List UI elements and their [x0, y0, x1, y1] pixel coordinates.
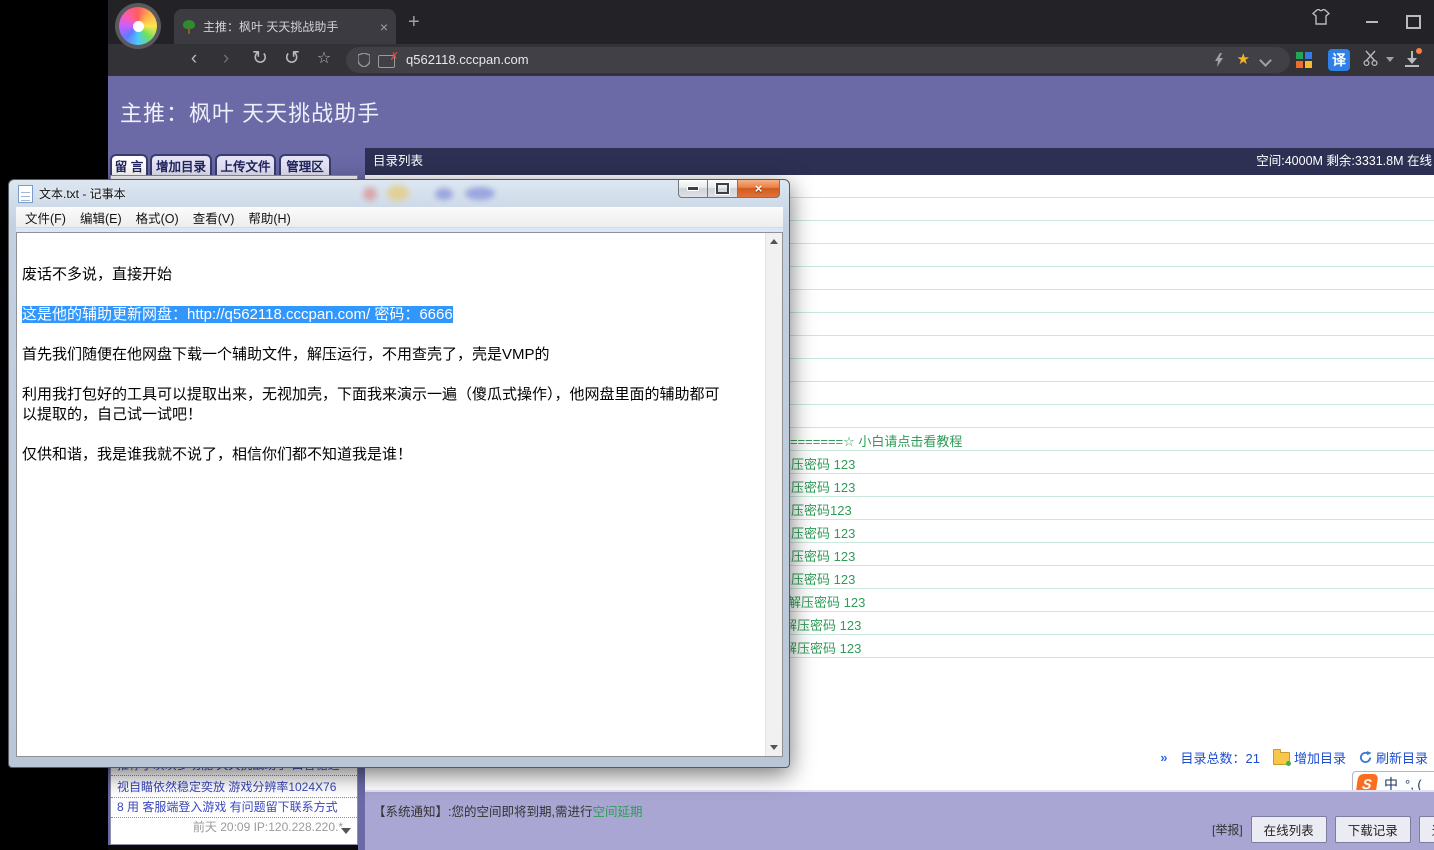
page-tabstrip: 留 言增加目录上传文件管理区 [108, 148, 365, 178]
message-timestamp: 前天 20:09 IP:120.228.220.* [111, 818, 357, 838]
sidebar-bottom-edge [108, 845, 358, 850]
sidebar-scroll-down-icon[interactable] [341, 828, 351, 834]
downloads-icon[interactable] [1404, 50, 1420, 68]
refresh-icon [1359, 751, 1372, 764]
scissors-dropdown-caret[interactable] [1386, 57, 1394, 62]
double-arrow-icon: » [1160, 750, 1167, 765]
translate-icon[interactable]: 译 [1328, 49, 1350, 71]
lightning-icon[interactable] [1214, 53, 1224, 67]
notepad-close-button[interactable]: × [738, 180, 780, 198]
notepad-line: 以提取的，自己试一试吧！ [22, 405, 765, 425]
address-bar[interactable]: ✗ q562118.cccpan.com ★ [346, 47, 1290, 73]
report-link[interactable]: [举报] [1212, 821, 1243, 838]
exit-system-button[interactable]: 退出系统 [1419, 816, 1434, 843]
notepad-line: 这是他的辅助更新网盘：http://q562118.cccpan.com/ 密码… [22, 305, 765, 325]
notepad-menu[interactable]: 文件(F) [25, 208, 66, 227]
space-info: 空间:4000M 剩余:3331.8M 在线 [1256, 148, 1432, 174]
notepad-line: 废话不多说，直接开始 [22, 265, 765, 285]
folder-add-icon [1273, 752, 1290, 765]
page-title: 主推：枫叶 天天挑战助手 [120, 96, 380, 128]
notepad-line: 首先我们随便在他网盘下载一个辅助文件，解压运行，不用查壳了，壳是VMP的 [22, 345, 765, 365]
scroll-down-icon[interactable] [770, 745, 778, 750]
notepad-line [22, 425, 765, 445]
bookmark-star-button[interactable]: ☆ [312, 44, 336, 76]
desktop: 主推：枫叶 天天挑战助手 × + ‹ › ↻ ↺ ☆ ✗ q562118.ccc… [0, 0, 1434, 850]
reload-button[interactable]: ↻ [248, 44, 272, 76]
notepad-line [22, 365, 765, 385]
page-bottom-bar: 【系统通知】:您的空间即将到期,需进行空间延期 [举报] 在线列表下载记录退出系… [365, 790, 1434, 850]
history-button[interactable]: ↺ [280, 44, 304, 76]
notepad-file-icon [18, 185, 33, 203]
forward-button[interactable]: › [214, 44, 238, 76]
site-shield-icon[interactable] [358, 53, 370, 67]
notepad-menu[interactable]: 格式(O) [136, 208, 179, 227]
selected-text: 这是他的辅助更新网盘：http://q562118.cccpan.com/ 密码… [22, 306, 453, 323]
browser-tab[interactable]: 主推：枫叶 天天挑战助手 × [174, 9, 396, 44]
list-footer: » 目录总数：21 增加目录 刷新目录 [1160, 745, 1428, 769]
window-maximize-button[interactable] [1406, 12, 1421, 29]
browser-logo-icon[interactable] [115, 3, 161, 49]
notepad-line [22, 325, 765, 345]
notepad-scrollbar[interactable] [765, 233, 782, 756]
notepad-menu[interactable]: 编辑(E) [80, 208, 122, 227]
window-minimize-button[interactable] [1366, 12, 1378, 23]
notepad-titlebar[interactable]: 文本.txt - 记事本 × [9, 180, 789, 207]
tab-favicon-tree-icon [182, 20, 196, 34]
notepad-menu[interactable]: 查看(V) [193, 208, 235, 227]
directory-list-title: 目录列表 [373, 148, 423, 174]
space-renewal-link[interactable]: 空间延期 [592, 805, 642, 819]
apps-grid-icon[interactable] [1296, 52, 1312, 68]
message-link[interactable]: 8 用 客服端登入游戏 有问题留下联系方式 [111, 798, 357, 818]
download-history-button[interactable]: 下载记录 [1335, 816, 1411, 843]
notepad-maximize-button[interactable] [708, 180, 738, 198]
refresh-directory-button[interactable]: 刷新目录 [1359, 748, 1428, 767]
tab-close-icon[interactable]: × [380, 19, 388, 35]
add-directory-button[interactable]: 增加目录 [1273, 748, 1346, 767]
notepad-line [22, 245, 765, 265]
scroll-up-icon[interactable] [770, 239, 778, 244]
notepad-minimize-button[interactable] [678, 180, 708, 198]
download-badge [1416, 48, 1422, 54]
browser-titlebar: 主推：枫叶 天天挑战助手 × + [108, 0, 1434, 44]
online-list-button[interactable]: 在线列表 [1251, 816, 1327, 843]
message-link[interactable]: 视自瞄依然稳定奕放 游戏分辨率1024X76 [111, 778, 357, 798]
directory-total: 目录总数：21 [1181, 748, 1260, 767]
notepad-line [22, 285, 765, 305]
notepad-text-area[interactable]: 废话不多说，直接开始 这是他的辅助更新网盘：http://q562118.ccc… [16, 232, 783, 757]
notepad-window: 文本.txt - 记事本 × 文件(F) 编辑(E) 格式(O) 查看(V) 帮助(H)… [8, 179, 790, 768]
directory-list-header: 目录列表 空间:4000M 剩余:3331.8M 在线 [365, 148, 1434, 175]
new-tab-button[interactable]: + [408, 11, 420, 34]
notepad-menubar: 文件(F) 编辑(E) 格式(O) 查看(V) 帮助(H) [16, 207, 783, 228]
system-notice: 【系统通知】:您的空间即将到期,需进行空间延期 [373, 801, 642, 820]
back-button[interactable]: ‹ [182, 44, 206, 76]
favorite-star-icon[interactable]: ★ [1237, 47, 1250, 73]
images-blocked-icon[interactable]: ✗ [378, 55, 395, 68]
browser-toolbar: ‹ › ↻ ↺ ☆ ✗ q562118.cccpan.com ★ 译 [108, 44, 1434, 76]
screenshot-scissors-icon[interactable] [1362, 49, 1380, 67]
url-text[interactable]: q562118.cccpan.com [406, 47, 529, 73]
browser-skin-icon[interactable] [1312, 9, 1330, 25]
chevron-down-icon[interactable] [1259, 54, 1272, 67]
tab-title: 主推：枫叶 天天挑战助手 [203, 18, 374, 35]
notepad-line: 仅供和谐，我是谁我就不说了，相信你们都不知道我是谁！ [22, 445, 765, 465]
notepad-title: 文本.txt - 记事本 [39, 185, 126, 202]
notepad-line: 利用我打包好的工具可以提取出来，无视加壳，下面我来演示一遍（傻瓜式操作），他网盘… [22, 385, 765, 405]
bottom-buttons: [举报] 在线列表下载记录退出系统 [1212, 816, 1434, 843]
notepad-menu[interactable]: 帮助(H) [248, 208, 290, 227]
